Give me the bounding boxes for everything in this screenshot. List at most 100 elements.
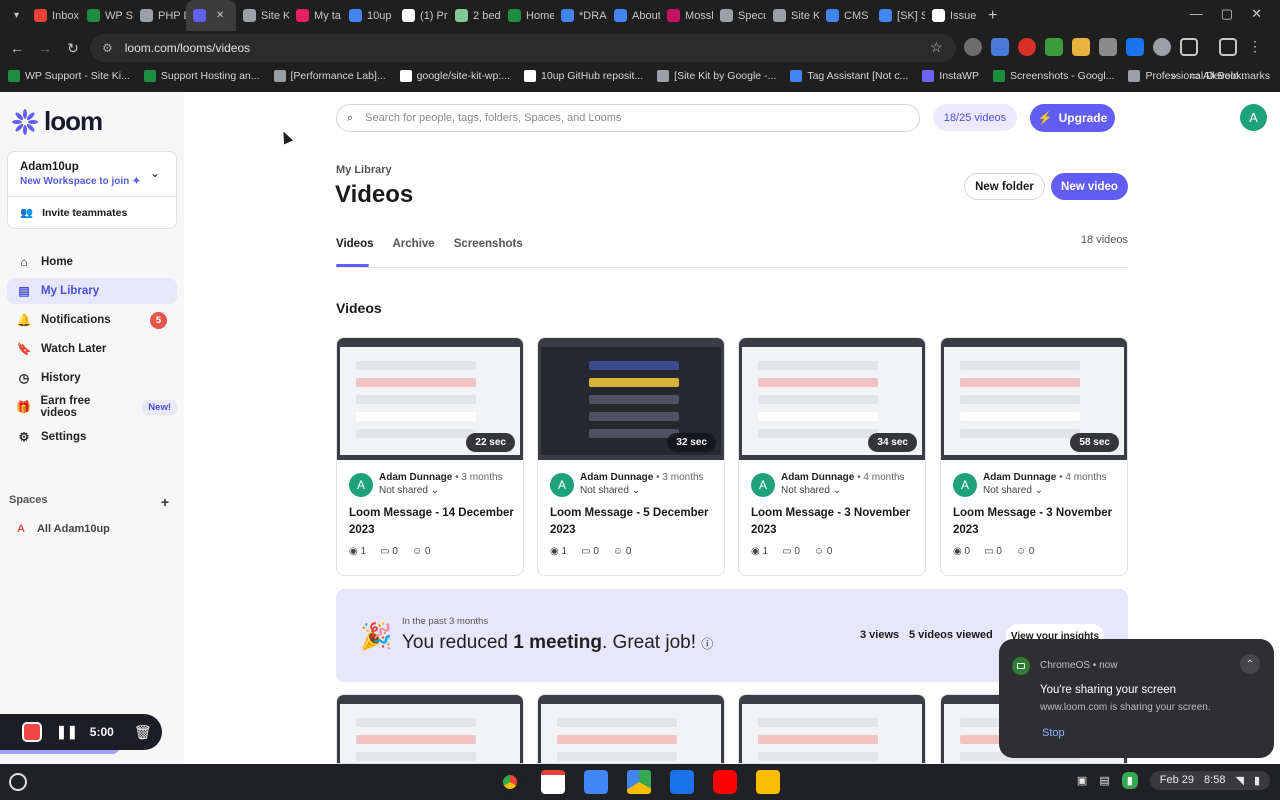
sidebar-item-notifications[interactable]: 🔔 Notifications 5 xyxy=(7,307,177,333)
add-space-icon[interactable]: + xyxy=(161,494,169,510)
calendar-icon[interactable] xyxy=(584,770,608,794)
extension-icon[interactable] xyxy=(1099,38,1117,56)
sidebar-item-watch-later[interactable]: 🔖 Watch Later xyxy=(7,336,177,362)
address-bar[interactable]: ⚙ loom.com/looms/videos xyxy=(90,34,956,62)
sidebar-item-my-library[interactable]: ▤ My Library xyxy=(7,278,177,304)
video-card[interactable]: 58 sec A Adam Dunnage • 4 months Not shared… xyxy=(940,337,1128,576)
browser-tab[interactable]: *DRAF xyxy=(554,0,607,31)
browser-tab[interactable]: ✕ xyxy=(186,0,237,31)
bookmark[interactable]: [Performance Lab]... xyxy=(273,70,386,82)
breadcrumb[interactable]: My Library xyxy=(336,164,392,176)
side-panel-icon[interactable] xyxy=(1219,38,1237,56)
browser-tab[interactable]: [SK] S xyxy=(872,0,925,31)
video-title[interactable]: Loom Message - 3 November 2023 xyxy=(953,505,1118,539)
stop-sharing-button[interactable]: Stop xyxy=(1042,727,1065,739)
menu-icon[interactable]: ⋮ xyxy=(1246,38,1264,56)
bookmark[interactable]: [Site Kit by Google -... xyxy=(657,70,776,82)
video-thumbnail[interactable]: 22 sec xyxy=(337,338,523,460)
video-count-badge[interactable]: 18/25 videos xyxy=(933,104,1017,131)
video-title[interactable]: Loom Message - 14 December 2023 xyxy=(349,505,514,539)
video-card[interactable] xyxy=(738,694,926,764)
video-title[interactable]: Loom Message - 3 November 2023 xyxy=(751,505,916,539)
bookmark[interactable]: Screenshots - Googl... xyxy=(992,70,1114,82)
sidebar-item-home[interactable]: ⌂ Home xyxy=(7,249,177,275)
sidebar-item-settings[interactable]: ⚙ Settings xyxy=(7,424,177,450)
invite-teammates-button[interactable]: 👥 Invite teammates xyxy=(20,206,127,220)
browser-tab[interactable]: Mossl xyxy=(660,0,713,31)
site-info-icon[interactable]: ⚙ xyxy=(102,41,113,55)
upgrade-button[interactable]: ⚡ Upgrade xyxy=(1030,104,1115,132)
video-thumbnail[interactable]: 32 sec xyxy=(538,338,724,460)
video-card[interactable]: 32 sec A Adam Dunnage • 3 months Not shared… xyxy=(537,337,725,576)
tab-search-icon[interactable]: ▾ xyxy=(6,10,27,21)
video-thumbnail[interactable]: 34 sec xyxy=(739,338,925,460)
clipboard-icon[interactable]: ▤ xyxy=(1099,774,1109,787)
tab-screenshots[interactable]: Screenshots xyxy=(454,238,523,250)
reload-icon[interactable]: ↻ xyxy=(62,40,84,57)
chevron-down-icon[interactable]: ⌄ xyxy=(150,166,160,180)
bookmark[interactable]: google/site-kit-wp:... xyxy=(399,70,510,82)
close-tab-icon[interactable]: ✕ xyxy=(216,10,224,21)
video-thumbnail[interactable]: 58 sec xyxy=(941,338,1127,460)
bookmark[interactable]: 10up GitHub reposit... xyxy=(524,70,643,82)
browser-tab[interactable]: My ta xyxy=(289,0,342,31)
new-folder-button[interactable]: New folder xyxy=(964,173,1045,200)
share-status-dropdown[interactable]: Not shared ⌄ xyxy=(580,485,640,496)
chrome-icon[interactable] xyxy=(498,770,522,794)
sidebar-item-earn-free-videos[interactable]: 🎁 Earn free videos New! xyxy=(7,394,177,420)
browser-tab[interactable]: Issue xyxy=(925,0,978,31)
video-card[interactable] xyxy=(336,694,524,764)
back-icon[interactable]: ← xyxy=(6,40,28,56)
author-avatar[interactable]: A xyxy=(751,473,775,497)
new-video-button[interactable]: New video xyxy=(1051,173,1128,200)
bookmark[interactable]: InstaWP xyxy=(922,70,979,82)
browser-tab[interactable]: Specu xyxy=(713,0,766,31)
browser-tab[interactable]: 10up I xyxy=(342,0,395,31)
video-card[interactable]: 22 sec A Adam Dunnage • 3 months Not shared… xyxy=(336,337,524,576)
browser-tab[interactable]: PHP D xyxy=(133,0,186,31)
browser-tab[interactable]: (1) Pr xyxy=(395,0,448,31)
search-input[interactable]: ⌕ Search for people, tags, folders, Spac… xyxy=(336,104,920,132)
browser-tab[interactable]: Site K xyxy=(766,0,819,31)
browser-tab[interactable]: Inbox xyxy=(27,0,80,31)
bookmark-star-icon[interactable]: ☆ xyxy=(930,39,943,56)
video-title[interactable]: Loom Message - 5 December 2023 xyxy=(550,505,715,539)
puzzle-icon[interactable] xyxy=(1180,38,1198,56)
extension-icon[interactable] xyxy=(964,38,982,56)
author-avatar[interactable]: A xyxy=(953,473,977,497)
share-status-dropdown[interactable]: Not shared ⌄ xyxy=(379,485,439,496)
close-window-icon[interactable]: ✕ xyxy=(1251,6,1262,22)
share-status-dropdown[interactable]: Not shared ⌄ xyxy=(781,485,841,496)
workspace-switcher[interactable]: Adam10up New Workspace to join ✦ ⌄ 👥 Inv… xyxy=(7,151,177,229)
browser-tab[interactable]: 2 bedr xyxy=(448,0,501,31)
user-avatar[interactable]: A xyxy=(1240,104,1267,131)
more-bookmarks-icon[interactable]: » xyxy=(1171,70,1177,82)
browser-tab[interactable]: Home xyxy=(501,0,554,31)
all-bookmarks[interactable]: ▭ All Bookmarks xyxy=(1191,70,1270,82)
keep-icon[interactable] xyxy=(756,770,780,794)
video-card[interactable] xyxy=(537,694,725,764)
loom-logo[interactable]: loom xyxy=(12,106,103,137)
collapse-icon[interactable]: ⌃ xyxy=(1240,654,1260,674)
stop-recording-button[interactable] xyxy=(22,722,42,742)
forward-icon[interactable]: → xyxy=(34,40,56,56)
launcher-icon[interactable] xyxy=(9,773,27,791)
author-avatar[interactable]: A xyxy=(550,473,574,497)
extension-icon[interactable] xyxy=(1045,38,1063,56)
workspace-join-link[interactable]: New Workspace to join ✦ xyxy=(20,176,140,187)
trash-icon[interactable]: 🗑 xyxy=(134,724,152,741)
youtube-icon[interactable] xyxy=(713,770,737,794)
bookmark[interactable]: Support Hosting an... xyxy=(143,70,260,82)
extension-icon[interactable] xyxy=(1018,38,1036,56)
gmail-icon[interactable] xyxy=(541,770,565,794)
tab-videos[interactable]: Videos xyxy=(336,238,374,250)
sidebar-item-history[interactable]: ◷ History xyxy=(7,365,177,391)
video-card[interactable]: 34 sec A Adam Dunnage • 4 months Not shared… xyxy=(738,337,926,576)
drive-icon[interactable] xyxy=(627,770,651,794)
browser-tab[interactable]: CMS S xyxy=(819,0,872,31)
author-avatar[interactable]: A xyxy=(349,473,373,497)
browser-tab[interactable]: Site Ki xyxy=(236,0,289,31)
browser-tab[interactable]: About xyxy=(607,0,660,31)
status-area[interactable]: Feb 29 8:58 ◥ ▮ xyxy=(1149,771,1270,790)
minimize-icon[interactable]: — xyxy=(1190,6,1203,22)
